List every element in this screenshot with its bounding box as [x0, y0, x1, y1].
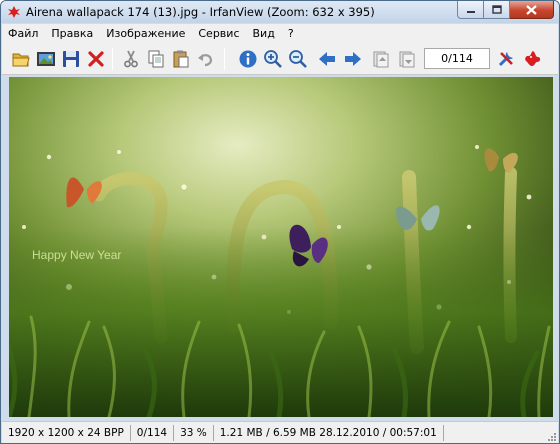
- window-controls: [457, 1, 554, 19]
- menu-file[interactable]: Файл: [8, 27, 38, 40]
- next-button[interactable]: [342, 48, 364, 70]
- copy-icon: [148, 50, 164, 68]
- settings-button[interactable]: [495, 48, 517, 70]
- zoom-in-button[interactable]: [262, 48, 284, 70]
- menu-tools[interactable]: Сервис: [198, 27, 239, 40]
- cut-button[interactable]: [120, 48, 142, 70]
- last-file-button[interactable]: [396, 48, 418, 70]
- delete-icon: [88, 51, 104, 67]
- menu-edit[interactable]: Правка: [51, 27, 93, 40]
- irfanview-app-icon[interactable]: [7, 5, 21, 19]
- toolbar-separator: [224, 48, 225, 70]
- file-counter: 0/114: [424, 48, 490, 69]
- paste-icon: [173, 50, 189, 68]
- maximize-icon: [491, 5, 502, 14]
- image-viewport[interactable]: Happy New Year: [9, 77, 553, 417]
- toolbar: 0/114: [2, 43, 558, 75]
- paste-button[interactable]: [170, 48, 192, 70]
- delete-button[interactable]: [85, 48, 107, 70]
- save-button[interactable]: [60, 48, 82, 70]
- first-file-button[interactable]: [370, 48, 392, 70]
- status-zoom: 33 %: [174, 424, 214, 441]
- status-dimensions: 1920 x 1200 x 24 BPP: [2, 424, 131, 441]
- zoom-out-button[interactable]: [287, 48, 309, 70]
- wallpaper-image: Happy New Year: [9, 77, 553, 417]
- previous-icon: [319, 52, 335, 66]
- image-caption: Happy New Year: [32, 248, 121, 262]
- open-button[interactable]: [10, 48, 32, 70]
- menu-help[interactable]: ?: [288, 27, 294, 40]
- undo-icon: [198, 54, 213, 67]
- minimize-button[interactable]: [457, 1, 484, 19]
- save-icon: [63, 51, 79, 67]
- menu-image[interactable]: Изображение: [106, 27, 185, 40]
- toolbar-separator: [112, 48, 113, 70]
- info-icon: [239, 50, 257, 68]
- status-file-index: 0/114: [131, 424, 175, 441]
- first-file-icon: [373, 51, 389, 68]
- window-title: Airena wallapack 174 (13).jpg - IrfanVie…: [26, 5, 375, 19]
- slideshow-icon: [37, 52, 55, 66]
- slideshow-button[interactable]: [35, 48, 57, 70]
- previous-button[interactable]: [316, 48, 338, 70]
- minimize-icon: [466, 10, 475, 13]
- title-bar[interactable]: Airena wallapack 174 (13).jpg - IrfanVie…: [1, 1, 559, 23]
- settings-icon: [498, 52, 513, 67]
- menu-bar: Файл Правка Изображение Сервис Вид ?: [2, 24, 558, 43]
- maximize-button[interactable]: [484, 1, 510, 19]
- irfanview-logo-button[interactable]: [522, 48, 544, 70]
- status-file-info: 1.21 MB / 6.59 MB 28.12.2010 / 00:57:01: [214, 424, 444, 441]
- close-icon: [526, 4, 537, 15]
- undo-button[interactable]: [195, 48, 217, 70]
- resize-grip-icon[interactable]: [546, 431, 556, 441]
- open-folder-icon: [12, 53, 30, 67]
- last-file-icon: [399, 51, 415, 68]
- status-bar: 1920 x 1200 x 24 BPP 0/114 33 % 1.21 MB …: [2, 421, 558, 443]
- irfanview-logo-icon: [525, 51, 541, 66]
- next-icon: [345, 52, 361, 66]
- cut-icon: [124, 50, 138, 68]
- irfanview-window: Airena wallapack 174 (13).jpg - IrfanVie…: [0, 0, 560, 444]
- copy-button[interactable]: [145, 48, 167, 70]
- info-button[interactable]: [237, 48, 259, 70]
- zoom-out-icon: [289, 50, 307, 68]
- close-button[interactable]: [510, 1, 554, 19]
- menu-view[interactable]: Вид: [253, 27, 275, 40]
- zoom-in-icon: [264, 50, 282, 68]
